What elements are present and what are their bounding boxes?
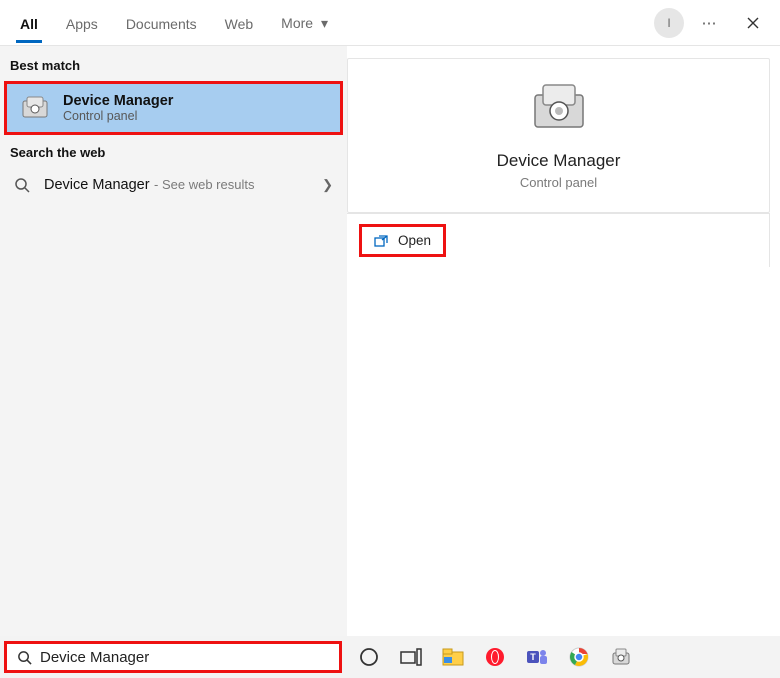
teams-icon[interactable]: T — [524, 644, 550, 670]
file-explorer-icon[interactable] — [440, 644, 466, 670]
preview-subtitle: Control panel — [520, 175, 597, 190]
annotation-highlight-search — [4, 641, 342, 673]
best-match-text: Device Manager Control panel — [63, 93, 173, 123]
best-match-label: Best match — [0, 50, 347, 79]
tab-all[interactable]: All — [6, 4, 52, 42]
web-result-row[interactable]: Device Manager - See web results ❯ — [0, 166, 347, 204]
preview-card: Device Manager Control panel — [347, 58, 770, 213]
web-result-content: Device Manager - See web results — [14, 176, 254, 194]
preview-title: Device Manager — [497, 151, 621, 171]
web-result-text: Device Manager - See web results — [44, 176, 254, 194]
chevron-right-icon: ❯ — [322, 177, 333, 193]
svg-text:T: T — [530, 652, 536, 662]
device-manager-large-icon — [524, 77, 594, 137]
more-options-icon[interactable]: ⋯ — [690, 8, 728, 38]
filter-tabs: All Apps Documents Web More ▾ — [6, 3, 654, 42]
annotation-highlight-best-match: Device Manager Control panel — [4, 81, 343, 135]
content-panes: Best match Device Manager Control panel … — [0, 46, 780, 636]
search-icon — [17, 650, 32, 665]
tab-more[interactable]: More ▾ — [267, 3, 342, 42]
search-input[interactable] — [40, 649, 329, 666]
search-web-label: Search the web — [0, 137, 347, 166]
tab-web[interactable]: Web — [211, 4, 268, 42]
close-icon[interactable] — [734, 8, 772, 38]
search-icon — [14, 177, 30, 193]
tab-more-label: More — [281, 15, 313, 31]
chevron-down-icon: ▾ — [321, 15, 328, 31]
results-pane: Best match Device Manager Control panel … — [0, 46, 347, 636]
web-hint: - See web results — [154, 177, 254, 192]
preview-pane: Device Manager Control panel Open — [347, 46, 780, 636]
open-label: Open — [398, 233, 431, 248]
web-query: Device Manager — [44, 177, 150, 193]
tab-apps[interactable]: Apps — [52, 4, 112, 42]
opera-icon[interactable] — [482, 644, 508, 670]
open-button[interactable]: Open — [359, 224, 446, 257]
task-view-icon[interactable] — [398, 644, 424, 670]
chrome-icon[interactable] — [566, 644, 592, 670]
result-title: Device Manager — [63, 93, 173, 109]
preview-actions: Open — [347, 213, 770, 267]
taskbar-icons: T — [356, 644, 634, 670]
best-match-result[interactable]: Device Manager Control panel — [7, 84, 340, 132]
taskbar: T — [0, 636, 780, 678]
header-actions: I ⋯ — [654, 8, 776, 38]
open-icon — [374, 235, 388, 247]
search-header: All Apps Documents Web More ▾ I ⋯ — [0, 0, 780, 46]
taskbar-search-box[interactable] — [4, 641, 342, 673]
result-subtitle: Control panel — [63, 109, 173, 123]
tab-documents[interactable]: Documents — [112, 4, 211, 42]
cortana-icon[interactable] — [356, 644, 382, 670]
device-manager-taskbar-icon[interactable] — [608, 644, 634, 670]
user-avatar[interactable]: I — [654, 8, 684, 38]
device-manager-icon — [19, 92, 51, 124]
